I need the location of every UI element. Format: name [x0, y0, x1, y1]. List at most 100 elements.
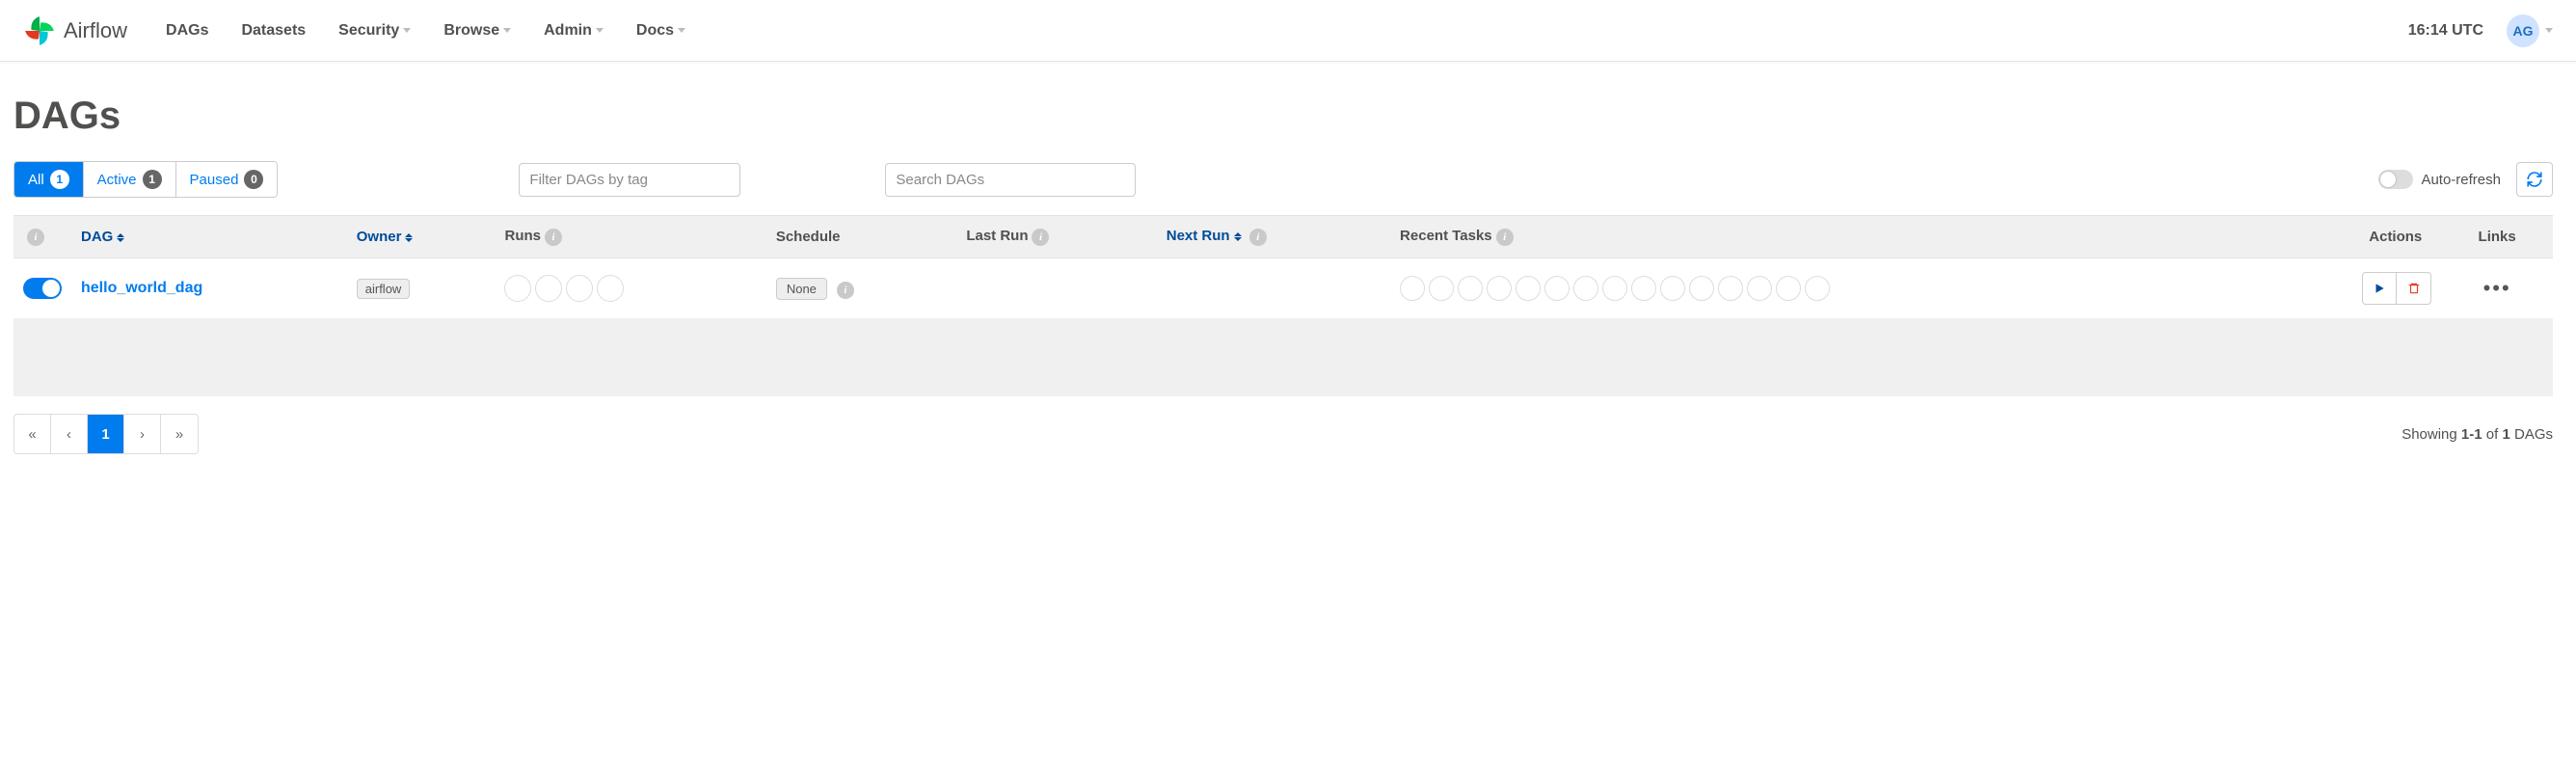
- page-prev-button[interactable]: ‹: [51, 415, 88, 453]
- task-status-circle[interactable]: [1516, 276, 1541, 301]
- chevron-down-icon: [678, 28, 685, 33]
- col-dag[interactable]: DAG: [71, 216, 347, 258]
- sort-icon: [117, 233, 124, 242]
- page-title: DAGs: [13, 95, 2553, 138]
- table-footer: « ‹ 1 › » Showing 1-1 of 1 DAGs: [13, 414, 2553, 454]
- nav-item-docs[interactable]: Docs: [636, 22, 685, 40]
- owner-badge[interactable]: airflow: [357, 279, 411, 299]
- col-links: Links: [2441, 216, 2553, 258]
- filter-all-button[interactable]: All 1: [14, 162, 84, 197]
- trigger-dag-button[interactable]: [2362, 272, 2397, 305]
- filter-active-button[interactable]: Active 1: [84, 162, 176, 197]
- task-status-circle[interactable]: [1487, 276, 1512, 301]
- dag-name-link[interactable]: hello_world_dag: [81, 280, 202, 296]
- nav-label: Docs: [636, 22, 674, 40]
- col-next-run[interactable]: Next Run i: [1157, 216, 1390, 258]
- delete-dag-button[interactable]: [2397, 272, 2431, 305]
- info-icon[interactable]: i: [1032, 229, 1049, 246]
- filter-count: 0: [244, 170, 263, 189]
- nav-item-datasets[interactable]: Datasets: [241, 22, 306, 40]
- task-status-circle[interactable]: [1429, 276, 1454, 301]
- schedule-badge[interactable]: None: [776, 278, 827, 300]
- dags-table: i DAG Owner Runsi Schedule Last Runi Nex…: [13, 215, 2553, 396]
- filter-row: All 1 Active 1 Paused 0 Auto-refresh: [13, 161, 2553, 198]
- nav-item-security[interactable]: Security: [338, 22, 411, 40]
- page-last-button[interactable]: »: [161, 415, 198, 453]
- col-runs: Runsi: [495, 216, 765, 258]
- task-status-circle[interactable]: [1458, 276, 1483, 301]
- auto-refresh-toggle[interactable]: [2378, 170, 2413, 189]
- play-icon: [2373, 282, 2386, 295]
- filter-count: 1: [50, 170, 69, 189]
- filter-count: 1: [143, 170, 162, 189]
- auto-refresh-label: Auto-refresh: [2421, 172, 2501, 188]
- chevron-down-icon: [403, 28, 411, 33]
- info-icon[interactable]: i: [1249, 229, 1267, 246]
- task-status-circle[interactable]: [1747, 276, 1772, 301]
- page-number-button[interactable]: 1: [88, 415, 124, 453]
- nav-label: Security: [338, 22, 399, 40]
- info-icon[interactable]: i: [27, 229, 44, 246]
- nav-items: DAGs Datasets Security Browse Admin Docs: [166, 22, 685, 40]
- info-icon[interactable]: i: [837, 282, 854, 299]
- col-label: Last Run: [966, 228, 1028, 244]
- run-status-circle[interactable]: [504, 275, 531, 302]
- next-run-cell: [1157, 258, 1390, 319]
- task-status-circle[interactable]: [1631, 276, 1656, 301]
- nav-label: Datasets: [241, 22, 306, 40]
- nav-label: DAGs: [166, 22, 208, 40]
- task-status-circle[interactable]: [1602, 276, 1627, 301]
- col-recent-tasks: Recent Tasksi: [1390, 216, 2267, 258]
- search-dags-input[interactable]: [885, 163, 1136, 197]
- chevron-down-icon: [596, 28, 604, 33]
- pagination: « ‹ 1 › »: [13, 414, 199, 454]
- brand-name: Airflow: [64, 18, 127, 43]
- recent-tasks-circles: [1400, 276, 2258, 301]
- col-last-run: Last Runi: [956, 216, 1156, 258]
- user-avatar[interactable]: AG: [2507, 14, 2539, 47]
- run-status-circle[interactable]: [566, 275, 593, 302]
- task-status-circle[interactable]: [1805, 276, 1830, 301]
- filter-label: Paused: [190, 172, 239, 188]
- nav-item-admin[interactable]: Admin: [544, 22, 604, 40]
- brand[interactable]: Airflow: [23, 14, 127, 47]
- page-first-button[interactable]: «: [14, 415, 51, 453]
- last-run-cell: [956, 258, 1156, 319]
- run-status-circle[interactable]: [535, 275, 562, 302]
- task-status-circle[interactable]: [1544, 276, 1570, 301]
- info-icon[interactable]: i: [545, 229, 562, 246]
- nav-item-dags[interactable]: DAGs: [166, 22, 208, 40]
- col-owner[interactable]: Owner: [347, 216, 496, 258]
- task-status-circle[interactable]: [1400, 276, 1425, 301]
- sort-icon: [405, 233, 413, 242]
- filter-paused-button[interactable]: Paused 0: [176, 162, 278, 197]
- filter-label: Active: [97, 172, 137, 188]
- sort-icon: [1234, 232, 1242, 241]
- col-label: Owner: [357, 229, 402, 245]
- nav-item-browse[interactable]: Browse: [443, 22, 511, 40]
- state-filter-group: All 1 Active 1 Paused 0: [13, 161, 278, 198]
- dag-enable-toggle[interactable]: [23, 278, 62, 299]
- page-next-button[interactable]: ›: [124, 415, 161, 453]
- nav-label: Browse: [443, 22, 499, 40]
- trash-icon: [2407, 281, 2421, 296]
- navbar: Airflow DAGs Datasets Security Browse Ad…: [0, 0, 2576, 62]
- task-status-circle[interactable]: [1718, 276, 1743, 301]
- table-row: hello_world_dag airflow Nonei: [13, 258, 2553, 319]
- refresh-button[interactable]: [2516, 162, 2553, 197]
- chevron-down-icon[interactable]: [2545, 28, 2553, 33]
- info-icon[interactable]: i: [1496, 229, 1514, 246]
- run-status-circle[interactable]: [597, 275, 624, 302]
- col-actions: Actions: [2268, 216, 2442, 258]
- task-status-circle[interactable]: [1660, 276, 1685, 301]
- task-status-circle[interactable]: [1776, 276, 1801, 301]
- chevron-down-icon: [503, 28, 511, 33]
- task-status-circle[interactable]: [1689, 276, 1714, 301]
- filter-tags-input[interactable]: [519, 163, 740, 197]
- filter-label: All: [28, 172, 44, 188]
- links-menu-button[interactable]: •••: [2451, 276, 2543, 301]
- clock[interactable]: 16:14 UTC: [2408, 22, 2483, 40]
- table-spacer: [13, 319, 2553, 396]
- task-status-circle[interactable]: [1573, 276, 1598, 301]
- col-label: Recent Tasks: [1400, 228, 1492, 244]
